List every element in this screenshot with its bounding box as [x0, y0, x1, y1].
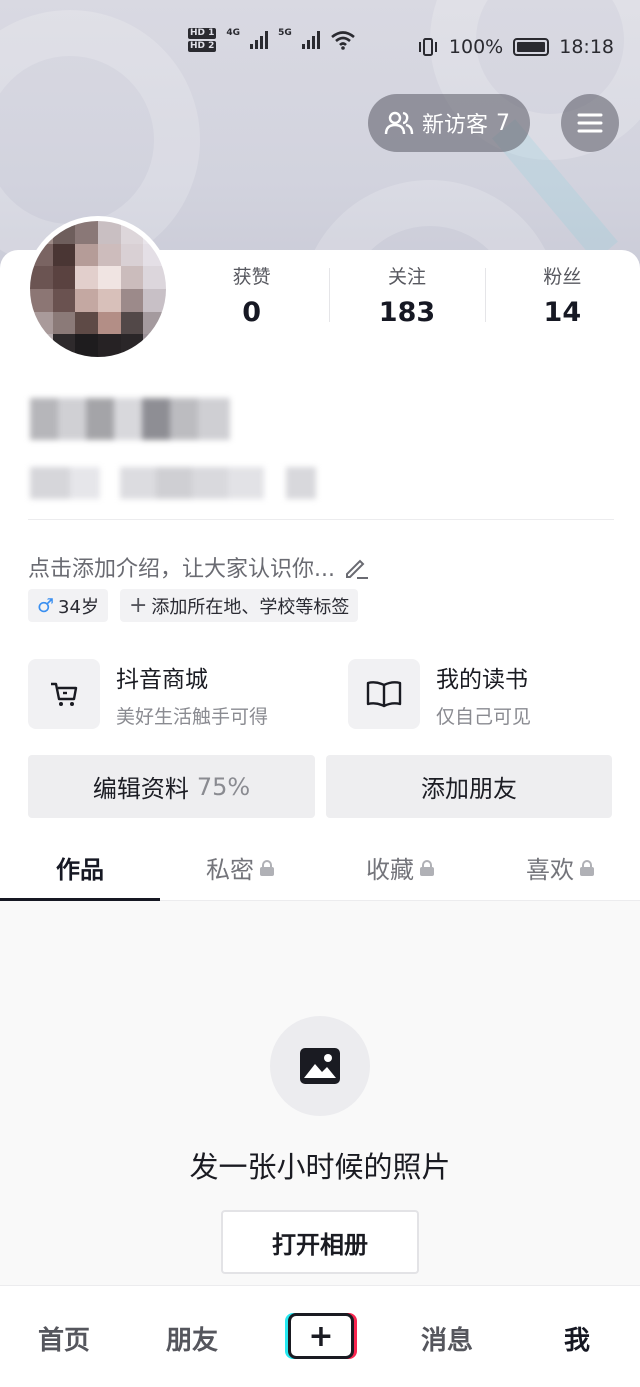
tab-label: 作品: [56, 856, 104, 884]
open-album-label: 打开相册: [272, 1230, 368, 1259]
signal-icon: [250, 31, 269, 49]
bio-placeholder: 点击添加介绍，让大家认识你...: [28, 557, 335, 582]
add-tags-button[interactable]: + 添加所在地、学校等标签: [119, 589, 359, 622]
new-visitors-button[interactable]: 新访客 7: [368, 94, 530, 152]
lock-icon: [260, 859, 274, 876]
divider: [28, 519, 614, 520]
content-tabs: 作品 私密 收藏 喜欢: [0, 835, 640, 901]
lock-icon: [580, 859, 594, 876]
open-album-button[interactable]: 打开相册: [221, 1210, 419, 1274]
stat-value: 0: [242, 297, 262, 328]
user-id-redacted: [30, 467, 316, 499]
works-empty-state: 发一张小时候的照片 打开相册: [0, 901, 640, 1285]
tab-label: 私密: [206, 856, 254, 884]
stat-label: 粉丝: [543, 266, 582, 288]
feature-title: 抖音商城: [116, 666, 208, 693]
status-bar: HD 1 HD 2 4G 5G 100% 18:18: [0, 0, 640, 92]
stat-value: 183: [378, 297, 436, 328]
plus-icon: +: [308, 1318, 334, 1354]
feature-subtitle: 仅自己可见: [436, 705, 532, 728]
network-type: 5G: [278, 28, 292, 38]
gender-age-tag[interactable]: ♂ 34岁: [28, 589, 108, 622]
pencil-icon: [345, 559, 368, 579]
mall-entry[interactable]: 抖音商城 美好生活触手可得: [28, 659, 268, 729]
plus-icon: +: [128, 592, 148, 618]
nav-friends[interactable]: 朋友: [166, 1320, 218, 1357]
stat-value: 14: [543, 297, 582, 328]
reading-entry[interactable]: 我的读书 仅自己可见: [348, 659, 531, 729]
wifi-icon: [330, 31, 355, 50]
bottom-nav: 首页 朋友 + 消息 我: [0, 1285, 640, 1387]
stat-likes[interactable]: 获赞 0: [174, 262, 329, 328]
male-icon: ♂: [37, 594, 55, 617]
feature-title: 我的读书: [436, 666, 528, 693]
avatar-image: [30, 221, 166, 357]
stat-following[interactable]: 关注 183: [329, 262, 484, 328]
tab-label: 喜欢: [526, 856, 574, 884]
nav-me[interactable]: 我: [564, 1320, 590, 1357]
stat-label: 获赞: [232, 266, 271, 288]
hamburger-icon: [577, 113, 603, 133]
lock-icon: [420, 859, 434, 876]
profile-tags: ♂ 34岁 + 添加所在地、学校等标签: [28, 589, 359, 622]
empty-state-text: 发一张小时候的照片: [189, 1150, 451, 1184]
profile-stats: 获赞 0 关注 183 粉丝 14: [174, 262, 640, 328]
avatar[interactable]: [25, 216, 171, 362]
nav-messages[interactable]: 消息: [421, 1320, 473, 1357]
people-icon: [384, 111, 414, 135]
profile-completion: 75%: [196, 772, 251, 801]
stat-label: 关注: [387, 266, 426, 288]
vibrate-icon: [418, 38, 437, 56]
signal-icon: [301, 31, 320, 49]
photo-icon: [270, 1016, 370, 1116]
clock: 18:18: [559, 36, 614, 58]
tab-favorites[interactable]: 收藏: [320, 835, 480, 900]
cart-icon: [28, 659, 100, 729]
stat-followers[interactable]: 粉丝 14: [484, 262, 640, 328]
feature-subtitle: 美好生活触手可得: [116, 705, 269, 728]
battery-percent: 100%: [448, 36, 504, 58]
add-tags-label: 添加所在地、学校等标签: [151, 596, 350, 618]
create-button[interactable]: +: [288, 1313, 354, 1359]
tab-label: 收藏: [366, 856, 414, 884]
sim-icon: HD 1 HD 2: [188, 28, 217, 52]
username-redacted: [30, 398, 230, 440]
bio-edit[interactable]: 点击添加介绍，让大家认识你...: [28, 551, 369, 583]
age-label: 34岁: [58, 596, 99, 618]
edit-profile-button[interactable]: 编辑资料 75%: [28, 755, 315, 818]
network-type: 4G: [226, 28, 241, 38]
visitors-count: 7: [496, 110, 511, 136]
tab-private[interactable]: 私密: [160, 835, 320, 900]
add-friend-label: 添加朋友: [421, 775, 517, 803]
edit-profile-label: 编辑资料: [92, 775, 189, 803]
battery-icon: [513, 38, 550, 56]
nav-home[interactable]: 首页: [38, 1320, 90, 1357]
tab-works[interactable]: 作品: [0, 835, 160, 901]
menu-button[interactable]: [561, 94, 619, 152]
book-icon: [348, 659, 420, 729]
visitors-label: 新访客: [422, 113, 489, 138]
tab-likes[interactable]: 喜欢: [480, 835, 640, 900]
add-friend-button[interactable]: 添加朋友: [326, 755, 612, 818]
profile-actions: 编辑资料 75% 添加朋友: [28, 755, 612, 818]
